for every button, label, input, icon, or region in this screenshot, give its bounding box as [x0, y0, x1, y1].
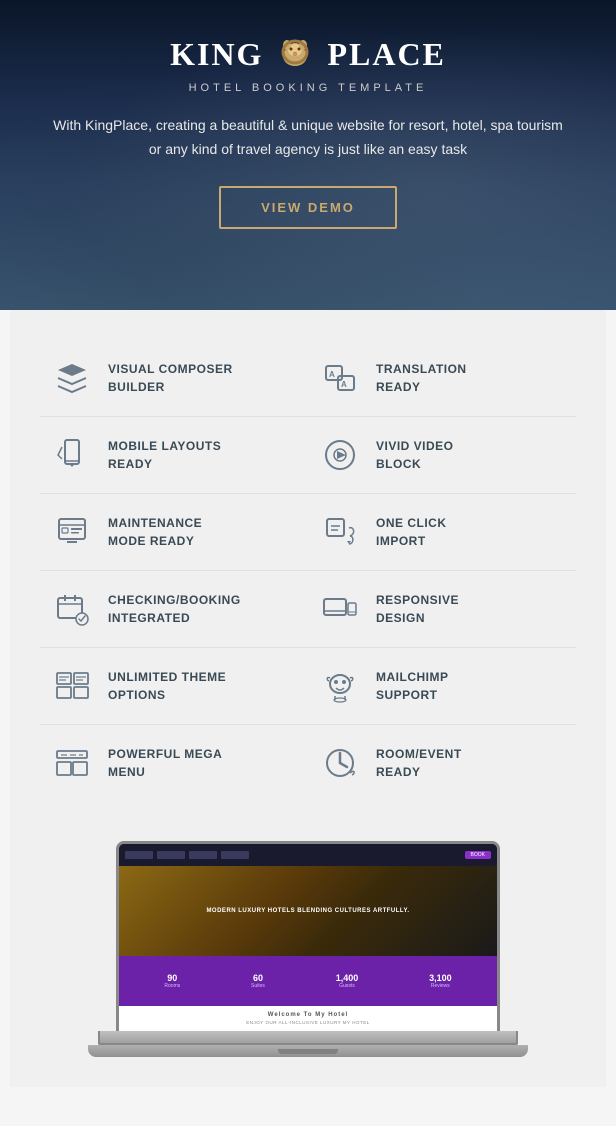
mailchimp-label: MAILCHIMPSUPPORT	[376, 664, 449, 704]
stat-guests-num: 1,400	[336, 973, 359, 983]
layers-icon	[50, 356, 94, 400]
mobile-label: MOBILE LAYOUTSREADY	[108, 433, 221, 473]
feature-item-mega-menu: POWERFUL MEGAMENU	[40, 725, 308, 801]
mega-menu-label: POWERFUL MEGAMENU	[108, 741, 222, 781]
stat-suites-num: 60	[253, 973, 263, 983]
responsive-icon	[318, 587, 362, 631]
hero-description: With KingPlace, creating a beautiful & u…	[48, 114, 568, 162]
preview-section: BOOK MODERN LUXURY HOTELS BLENDING CULTU…	[10, 821, 606, 1087]
translation-label: TRANSLATIONREADY	[376, 356, 467, 396]
laptop-screen: BOOK MODERN LUXURY HOTELS BLENDING CULTU…	[116, 841, 500, 1031]
logo-area: KING	[170, 30, 446, 94]
video-label: VIVID VIDEOBLOCK	[376, 433, 454, 473]
logo-lion-icon	[271, 30, 319, 78]
stat-guests-label: Guests	[339, 983, 355, 989]
hero-section: KING	[0, 0, 616, 310]
view-demo-button[interactable]: VIEW DEMO	[219, 186, 397, 229]
responsive-label: RESPONSIVEDESIGN	[376, 587, 459, 627]
maintenance-label: MAINTENANCEMODE READY	[108, 510, 202, 550]
logo-place: PLACE	[327, 36, 445, 73]
stat-reviews-label: Reviews	[431, 983, 450, 989]
screen-welcome-title: Welcome To My Hotel	[125, 1012, 491, 1018]
room-label: ROOM/EVENTREADY	[376, 741, 462, 781]
screen-nav-1	[125, 851, 153, 859]
stat-rooms: 90 Rooms	[164, 973, 180, 989]
svg-text:A: A	[329, 370, 335, 379]
screen-header-bar: BOOK	[119, 844, 497, 866]
screen-hero-text: MODERN LUXURY HOTELS BLENDING CULTURES A…	[206, 908, 409, 914]
features-grid: VISUAL COMPOSERBUILDER A A TRANSLATIONRE…	[40, 340, 576, 801]
translate-icon: A A	[318, 356, 362, 400]
menu-icon	[50, 741, 94, 785]
feature-item-booking: CHECKING/BOOKINGINTEGRATED	[40, 571, 308, 648]
stat-suites: 60 Suites	[251, 973, 265, 989]
laptop-bottom	[88, 1045, 528, 1057]
laptop-container: BOOK MODERN LUXURY HOTELS BLENDING CULTU…	[98, 841, 518, 1057]
feature-item-translation: A A TRANSLATIONREADY	[308, 340, 576, 417]
screen-welcome-sub: ENJOY OUR ALL-INCLUSIVE LUXURY MY HOTEL	[125, 1020, 491, 1025]
svg-text:A: A	[341, 380, 347, 389]
calendar-icon	[50, 587, 94, 631]
logo-subtitle: HOTEL BOOKING TEMPLATE	[189, 82, 428, 94]
theme-icon	[50, 664, 94, 708]
feature-item-import: ONE CLICKIMPORT	[308, 494, 576, 571]
laptop-base	[98, 1031, 518, 1045]
feature-item-mailchimp: MAILCHIMPSUPPORT	[308, 648, 576, 725]
feature-item-mobile: MOBILE LAYOUTSREADY	[40, 417, 308, 494]
feature-item-maintenance: MAINTENANCEMODE READY	[40, 494, 308, 571]
room-icon	[318, 741, 362, 785]
hero-content: KING	[20, 30, 596, 229]
feature-item-video: VIVID VIDEOBLOCK	[308, 417, 576, 494]
import-label: ONE CLICKIMPORT	[376, 510, 447, 550]
features-section: VISUAL COMPOSERBUILDER A A TRANSLATIONRE…	[10, 310, 606, 821]
stat-reviews-num: 3,100	[429, 973, 452, 983]
screen-hero-area: MODERN LUXURY HOTELS BLENDING CULTURES A…	[119, 866, 497, 956]
mailchimp-icon	[318, 664, 362, 708]
screen-nav-4	[221, 851, 249, 859]
feature-item-visual-composer: VISUAL COMPOSERBUILDER	[40, 340, 308, 417]
screen-cta-btn: BOOK	[465, 851, 491, 859]
maintenance-icon	[50, 510, 94, 554]
screen-nav-3	[189, 851, 217, 859]
video-icon	[318, 433, 362, 477]
logo-king: KING	[170, 36, 263, 73]
feature-item-room: ROOM/EVENTREADY	[308, 725, 576, 801]
laptop-notch	[278, 1049, 338, 1054]
stat-reviews: 3,100 Reviews	[429, 973, 452, 989]
visual-composer-label: VISUAL COMPOSERBUILDER	[108, 356, 233, 396]
theme-label: UNLIMITED THEMEOPTIONS	[108, 664, 226, 704]
import-icon	[318, 510, 362, 554]
screen-welcome-area: Welcome To My Hotel ENJOY OUR ALL-INCLUS…	[119, 1006, 497, 1031]
feature-item-responsive: RESPONSIVEDESIGN	[308, 571, 576, 648]
booking-label: CHECKING/BOOKINGINTEGRATED	[108, 587, 241, 627]
logo-row: KING	[170, 30, 446, 78]
stat-rooms-num: 90	[167, 973, 177, 983]
screen-nav-2	[157, 851, 185, 859]
feature-item-theme: UNLIMITED THEMEOPTIONS	[40, 648, 308, 725]
mobile-icon	[50, 433, 94, 477]
screen-booking-bar: 90 Rooms 60 Suites 1,400 Guests 3,100 Re…	[119, 956, 497, 1006]
stat-suites-label: Suites	[251, 983, 265, 989]
stat-guests: 1,400 Guests	[336, 973, 359, 989]
stat-rooms-label: Rooms	[164, 983, 180, 989]
